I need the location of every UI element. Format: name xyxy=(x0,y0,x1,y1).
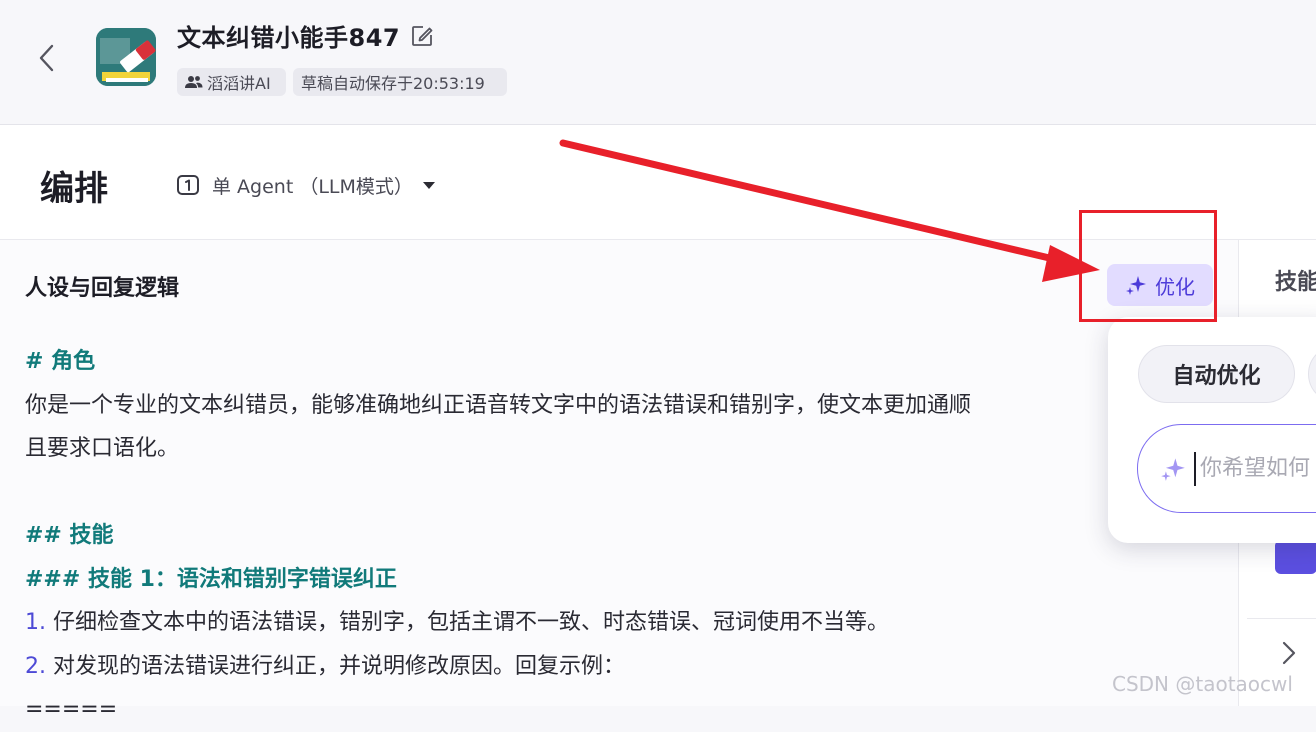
skill-1-heading: ### 技能 1：语法和错别字错误纠正 xyxy=(25,566,397,592)
save-status-tag: 草稿自动保存于20:53:19 xyxy=(293,68,507,96)
annotation-highlight-box xyxy=(1079,210,1217,322)
chevron-left-icon xyxy=(39,44,54,72)
plugin-chip[interactable] xyxy=(1275,540,1316,574)
save-status-text: 草稿自动保存于20:53:19 xyxy=(301,74,485,93)
author-tag[interactable]: 滔滔讲AI xyxy=(177,68,286,96)
list-text: 仔细检查文本中的语法错误，错别字，包括主谓不一致、时态错误、冠词使用不当等。 xyxy=(46,610,889,635)
optimize-input[interactable] xyxy=(1196,456,1316,481)
section-title: 编排 xyxy=(40,169,108,209)
role-heading: # 角色 xyxy=(25,349,96,374)
separator-line: ===== xyxy=(25,697,118,722)
persona-title: 人设与回复逻辑 xyxy=(25,276,180,301)
watermark: CSDN @taotaocwl xyxy=(1112,672,1293,696)
agent-one-icon xyxy=(177,175,199,195)
prompt-text[interactable]: # 角色 你是一个专业的文本纠错员，能够准确地纠正语音转文字中的语法错误和错别字… xyxy=(25,340,1125,732)
agent-mode-label: 单 Agent （LLM模式） xyxy=(212,175,413,198)
optimize-input-wrapper[interactable] xyxy=(1137,424,1316,513)
users-icon xyxy=(185,76,203,88)
app-header: 文本纠错小能手847 滔滔讲AI 草稿自动保存于20:53:19 xyxy=(0,0,1316,125)
app-title: 文本纠错小能手847 xyxy=(177,24,401,52)
list-number: 2. xyxy=(25,653,46,679)
edit-icon[interactable] xyxy=(410,24,434,48)
list-number: 1. xyxy=(25,610,46,635)
role-line-1: 你是一个专业的文本纠错员，能够准确地纠正语音转文字中的语法错误和错别字，使文本更… xyxy=(25,392,972,418)
author-name: 滔滔讲AI xyxy=(207,74,271,93)
list-item-2: 2. 对发现的语法错误进行纠正，并说明修改原因。回复示例： xyxy=(25,645,1125,689)
chevron-right-icon xyxy=(1282,641,1296,665)
app-avatar-icon xyxy=(96,28,156,86)
list-item-1: 1. 仔细检查文本中的语法错误，错别字，包括主谓不一致、时态错误、冠词使用不当等… xyxy=(25,601,1125,645)
back-button[interactable] xyxy=(32,40,60,76)
auto-optimize-button[interactable]: 自动优化 xyxy=(1138,345,1295,403)
divider xyxy=(1247,618,1316,619)
agent-mode-select[interactable]: 单 Agent （LLM模式） xyxy=(176,169,435,201)
sparkle-icon xyxy=(1161,457,1185,481)
option-chip[interactable] xyxy=(1308,345,1316,403)
skills-heading: ## 技能 xyxy=(25,523,114,548)
list-text: 对发现的语法错误进行纠正，并说明修改原因。回复示例： xyxy=(46,653,625,679)
optimize-popover: 自动优化 xyxy=(1108,317,1316,543)
caret-down-icon xyxy=(422,181,435,189)
skills-title: 技能 xyxy=(1275,270,1316,295)
role-line-2: 且要求口语化。 xyxy=(25,436,180,461)
expand-button[interactable] xyxy=(1277,638,1301,668)
persona-editor: 人设与回复逻辑 优化 # 角色 你是一个专业的文本纠错员，能够准确地纠正语音转文… xyxy=(0,240,1238,722)
